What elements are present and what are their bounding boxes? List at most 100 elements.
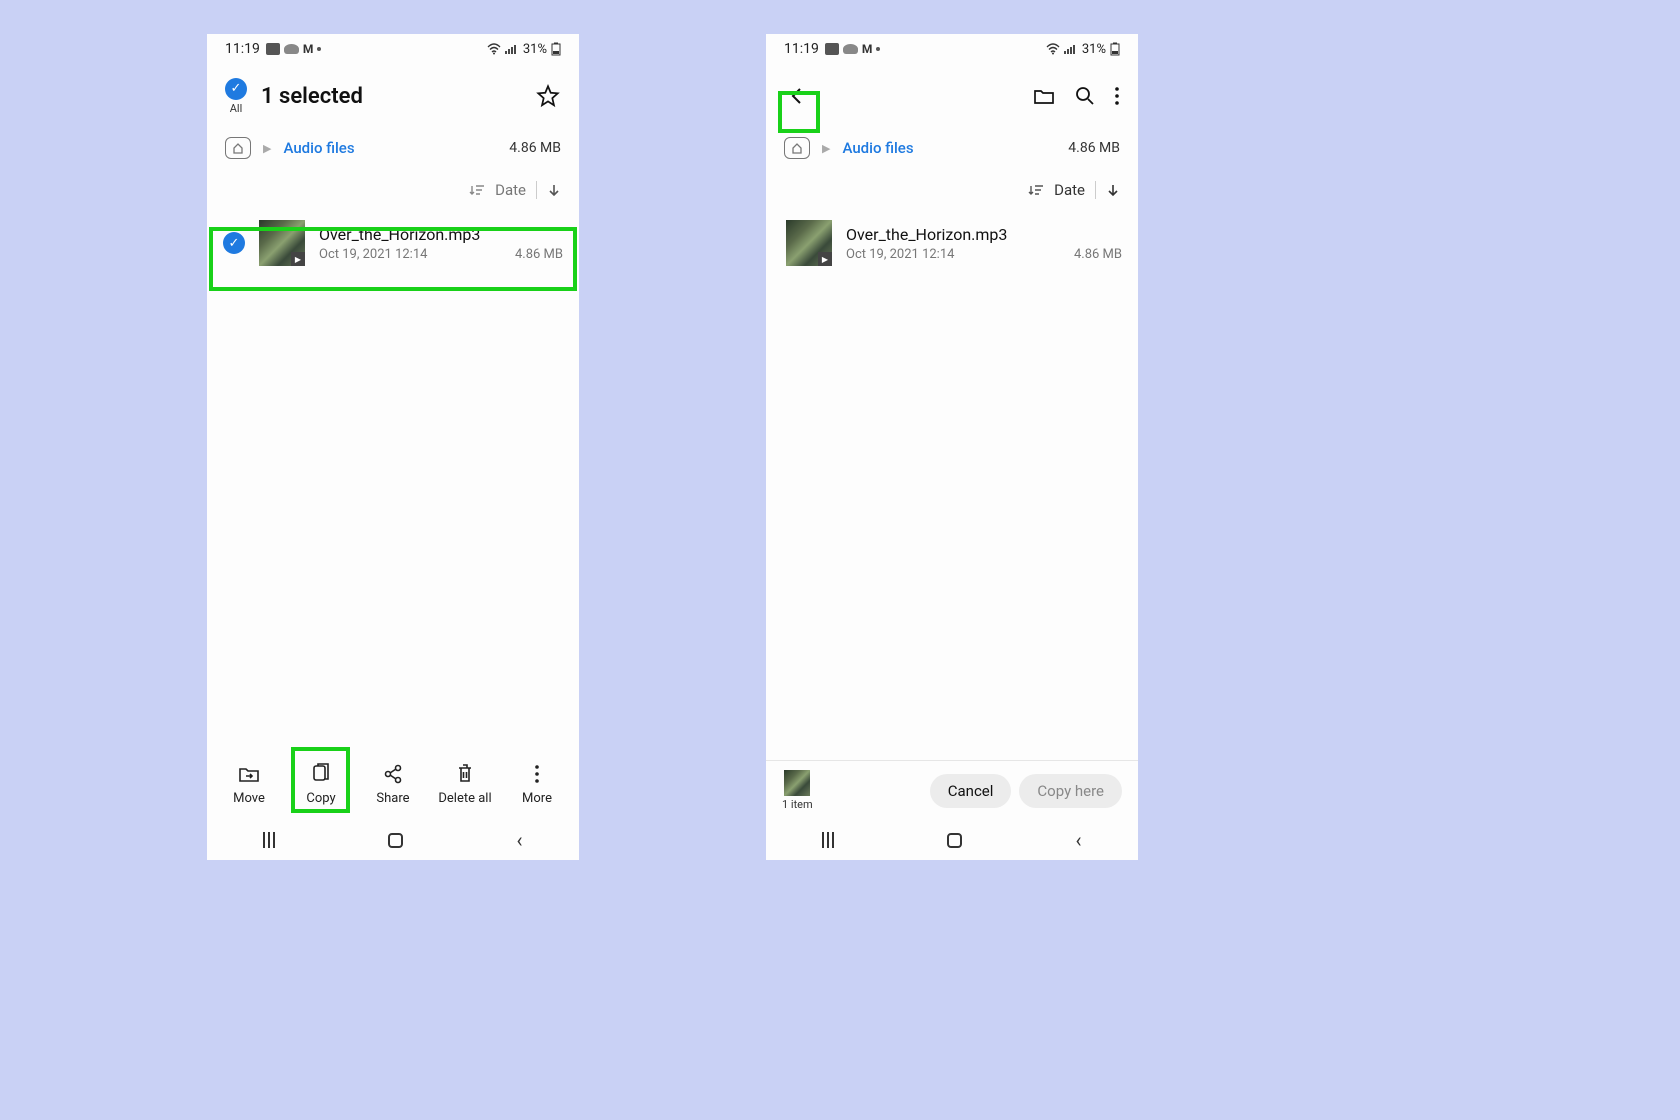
- system-nav-bar: ‹: [207, 820, 579, 860]
- file-checkbox[interactable]: ✓: [223, 232, 245, 254]
- breadcrumb-folder-link[interactable]: Audio files: [842, 139, 913, 157]
- delete-all-button[interactable]: Delete all: [434, 763, 496, 806]
- nav-back-button[interactable]: ‹: [1075, 828, 1081, 852]
- select-all-label: All: [230, 102, 243, 115]
- breadcrumb: ▶ Audio files 4.86 MB: [207, 128, 579, 168]
- battery-icon: [1110, 42, 1120, 56]
- chevron-left-icon: [786, 85, 808, 107]
- star-icon: [535, 83, 561, 109]
- more-options-button[interactable]: [1114, 86, 1120, 106]
- move-label: Move: [233, 791, 265, 806]
- copy-here-button[interactable]: Copy here: [1019, 774, 1122, 808]
- status-bar: 11:19 M 31%: [766, 34, 1138, 64]
- battery-icon: [551, 42, 561, 56]
- sort-controls: Date: [766, 168, 1138, 212]
- move-icon: [238, 763, 260, 785]
- sort-options-icon[interactable]: [1028, 183, 1044, 197]
- nav-home-button[interactable]: [388, 833, 403, 848]
- file-row[interactable]: ▶ Over_the_Horizon.mp3 Oct 19, 2021 12:1…: [766, 212, 1138, 274]
- file-size: 4.86 MB: [1074, 247, 1122, 262]
- phone-screen-right: 11:19 M 31%: [766, 34, 1138, 860]
- breadcrumb-home-button[interactable]: [225, 137, 251, 159]
- play-badge-icon: ▶: [818, 252, 832, 266]
- search-button[interactable]: [1074, 85, 1096, 107]
- back-button[interactable]: [784, 83, 810, 109]
- signal-icon: [1064, 43, 1078, 55]
- trash-icon: [454, 763, 476, 785]
- file-name: Over_the_Horizon.mp3: [846, 225, 1122, 244]
- selection-count-title: 1 selected: [261, 84, 521, 109]
- cancel-button[interactable]: Cancel: [930, 774, 1012, 808]
- search-icon: [1074, 85, 1096, 107]
- more-vertical-icon: [526, 763, 548, 785]
- breadcrumb-separator-icon: ▶: [822, 142, 830, 155]
- file-name: Over_the_Horizon.mp3: [319, 225, 563, 244]
- more-notifications-icon: [876, 47, 880, 51]
- navigation-header: [766, 64, 1138, 128]
- file-thumbnail: ▶: [786, 220, 832, 266]
- favorite-button[interactable]: [535, 83, 561, 109]
- copy-button[interactable]: Copy: [290, 763, 352, 806]
- check-icon: ✓: [225, 78, 247, 100]
- home-icon: [791, 142, 803, 154]
- sort-separator: [536, 181, 537, 199]
- folder-icon: [1032, 85, 1056, 107]
- breadcrumb-separator-icon: ▶: [263, 142, 271, 155]
- wifi-icon: [1046, 43, 1060, 55]
- status-battery: 31%: [1082, 42, 1106, 57]
- cloud-indicator-icon: [843, 44, 858, 54]
- more-button[interactable]: More: [506, 763, 568, 806]
- breadcrumb-size: 4.86 MB: [1068, 140, 1120, 156]
- status-time: 11:19: [225, 41, 260, 57]
- more-notifications-icon: [317, 47, 321, 51]
- play-badge-icon: ▶: [291, 252, 305, 266]
- sort-direction-icon[interactable]: [1106, 183, 1120, 197]
- status-battery: 31%: [523, 42, 547, 57]
- status-time: 11:19: [784, 41, 819, 57]
- nav-home-button[interactable]: [947, 833, 962, 848]
- status-bar: 11:19 M 31%: [207, 34, 579, 64]
- sort-direction-icon[interactable]: [547, 183, 561, 197]
- sort-label[interactable]: Date: [495, 181, 526, 199]
- system-nav-bar: ‹: [766, 820, 1138, 860]
- new-folder-button[interactable]: [1032, 85, 1056, 107]
- sort-separator: [1095, 181, 1096, 199]
- share-icon: [382, 763, 404, 785]
- copy-icon: [310, 763, 332, 785]
- cloud-indicator-icon: [284, 44, 299, 54]
- share-label: Share: [376, 791, 409, 806]
- gmail-indicator-icon: M: [303, 42, 314, 56]
- select-all-toggle[interactable]: ✓ All: [225, 78, 247, 115]
- sort-options-icon[interactable]: [469, 183, 485, 197]
- nav-recents-button[interactable]: [263, 832, 275, 848]
- nav-back-button[interactable]: ‹: [516, 828, 522, 852]
- clipboard-thumbnail: [784, 770, 810, 796]
- signal-icon: [505, 43, 519, 55]
- image-indicator-icon: [266, 43, 280, 55]
- wifi-icon: [487, 43, 501, 55]
- move-button[interactable]: Move: [218, 763, 280, 806]
- file-row[interactable]: ✓ ▶ Over_the_Horizon.mp3 Oct 19, 2021 12…: [207, 212, 579, 274]
- more-label: More: [522, 791, 552, 806]
- nav-recents-button[interactable]: [822, 832, 834, 848]
- breadcrumb-folder-link[interactable]: Audio files: [283, 139, 354, 157]
- delete-all-label: Delete all: [438, 791, 491, 806]
- breadcrumb-size: 4.86 MB: [509, 140, 561, 156]
- more-vertical-icon: [1114, 86, 1120, 106]
- copy-destination-bar: 1 item Cancel Copy here: [766, 760, 1138, 820]
- copy-label: Copy: [306, 791, 335, 806]
- selection-header: ✓ All 1 selected: [207, 64, 579, 128]
- breadcrumb: ▶ Audio files 4.86 MB: [766, 128, 1138, 168]
- gmail-indicator-icon: M: [862, 42, 873, 56]
- sort-label[interactable]: Date: [1054, 181, 1085, 199]
- home-icon: [232, 142, 244, 154]
- clipboard-item[interactable]: 1 item: [782, 770, 813, 811]
- phone-screen-left: 11:19 M 31% ✓ All 1 selected ▶: [207, 34, 579, 860]
- file-date: Oct 19, 2021 12:14: [319, 247, 427, 262]
- bottom-action-bar: Move Copy Share Delete all More: [207, 748, 579, 820]
- file-thumbnail: ▶: [259, 220, 305, 266]
- file-date: Oct 19, 2021 12:14: [846, 247, 954, 262]
- file-size: 4.86 MB: [515, 247, 563, 262]
- breadcrumb-home-button[interactable]: [784, 137, 810, 159]
- share-button[interactable]: Share: [362, 763, 424, 806]
